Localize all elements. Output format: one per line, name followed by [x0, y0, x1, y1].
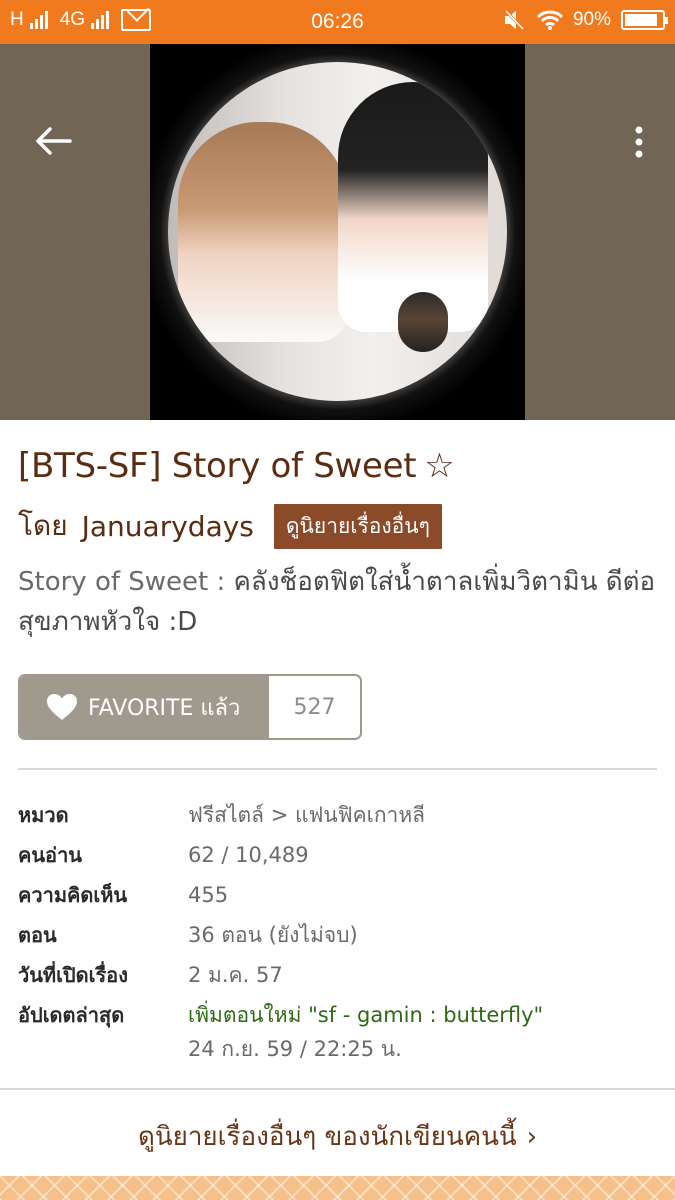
more-vert-icon[interactable]: [633, 126, 645, 158]
readers-value: 62 / 10,489: [188, 843, 309, 867]
status-right: 90%: [503, 9, 668, 31]
battery-icon: [621, 10, 668, 30]
info-row-category: หมวด ฟรีสไตล์ > แฟนฟิคเกาหลี: [18, 798, 658, 838]
info-label: คนอ่าน: [18, 843, 82, 867]
divider: [18, 768, 657, 770]
category-value[interactable]: ฟรีสไตล์ > แฟนฟิคเกาหลี: [188, 798, 425, 832]
info-row-chapters: ตอน 36 ตอน (ยังไม่จบ): [18, 918, 658, 958]
favorite-label: FAVORITE แล้ว: [88, 695, 241, 721]
latest-chapter-link[interactable]: เพิ่มตอนใหม่ "sf - gamin : butterfly": [188, 998, 543, 1032]
new-chapter-label: เพิ่มตอนใหม่: [188, 1003, 302, 1027]
info-label: ตอน: [18, 923, 57, 947]
description-head: Story of Sweet :: [18, 567, 226, 597]
story-title-text: [BTS-SF] Story of Sweet: [18, 446, 417, 486]
more-link-label: ดูนิยายเรื่องอื่นๆ ของนักเขียนคนนี้: [137, 1122, 517, 1152]
story-info-table: หมวด ฟรีสไตล์ > แฟนฟิคเกาหลี คนอ่าน 62 /…: [18, 798, 658, 1066]
favorite-widget: FAVORITE แล้ว 527: [18, 674, 362, 740]
author-other-stories-link[interactable]: ดูนิยายเรื่องอื่นๆ ของนักเขียนคนนี้ ›: [0, 1116, 675, 1157]
info-label: วันที่เปิดเรื่อง: [18, 963, 128, 987]
back-arrow-icon[interactable]: [34, 126, 72, 156]
favorite-count: 527: [293, 694, 336, 720]
chapters-value: 36 ตอน (ยังไม่จบ): [188, 923, 358, 947]
comments-value: 455: [188, 883, 229, 907]
story-title: [BTS-SF] Story of Sweet ☆: [18, 446, 455, 486]
info-row-opened: วันที่เปิดเรื่อง 2 ม.ค. 57: [18, 958, 658, 998]
updated-time: 24 ก.ย. 59 / 22:25 น.: [188, 1037, 402, 1061]
updated-value: เพิ่มตอนใหม่ "sf - gamin : butterfly" 24…: [188, 998, 543, 1066]
star-icon: ☆: [424, 446, 455, 486]
info-row-updated: อัปเดตล่าสุด เพิ่มตอนใหม่ "sf - gamin : …: [18, 998, 658, 1066]
chapter-title: "sf - gamin : butterfly": [301, 1003, 544, 1027]
info-row-readers: คนอ่าน 62 / 10,489: [18, 838, 658, 878]
story-description: Story of Sweet : คลังช็อตฟิตใส่น้ำตาลเพิ…: [18, 562, 658, 642]
info-label: อัปเดตล่าสุด: [18, 1003, 125, 1027]
author-name[interactable]: Januarydays: [82, 510, 254, 543]
cover-area: [0, 44, 675, 420]
by-label: โดย: [18, 509, 68, 542]
other-stories-button[interactable]: ดูนิยายเรื่องอื่นๆ: [273, 503, 442, 549]
favorite-button[interactable]: FAVORITE แล้ว: [20, 676, 269, 738]
byline: โดย Januarydays ดูนิยายเรื่องอื่นๆ: [18, 503, 442, 549]
battery-percent: 90%: [572, 9, 611, 30]
opened-value: 2 ม.ค. 57: [188, 963, 283, 987]
status-bar: H 4G 06:26 90%: [0, 0, 675, 44]
cover-figure-small: [398, 292, 448, 352]
mute-icon: [504, 9, 525, 31]
cover-image[interactable]: [168, 62, 507, 401]
divider: [0, 1088, 675, 1090]
info-row-comments: ความคิดเห็น 455: [18, 878, 658, 918]
info-label: ความคิดเห็น: [18, 883, 128, 907]
bottom-decoration: [0, 1176, 675, 1200]
wifi-icon: [536, 10, 563, 30]
cover-figure-left: [178, 122, 348, 342]
chevron-right-icon: ›: [526, 1122, 538, 1152]
battery-fill: [625, 14, 657, 26]
cover-image-frame: [150, 44, 525, 420]
info-label: หมวด: [18, 803, 69, 827]
heart-icon: [47, 694, 77, 720]
